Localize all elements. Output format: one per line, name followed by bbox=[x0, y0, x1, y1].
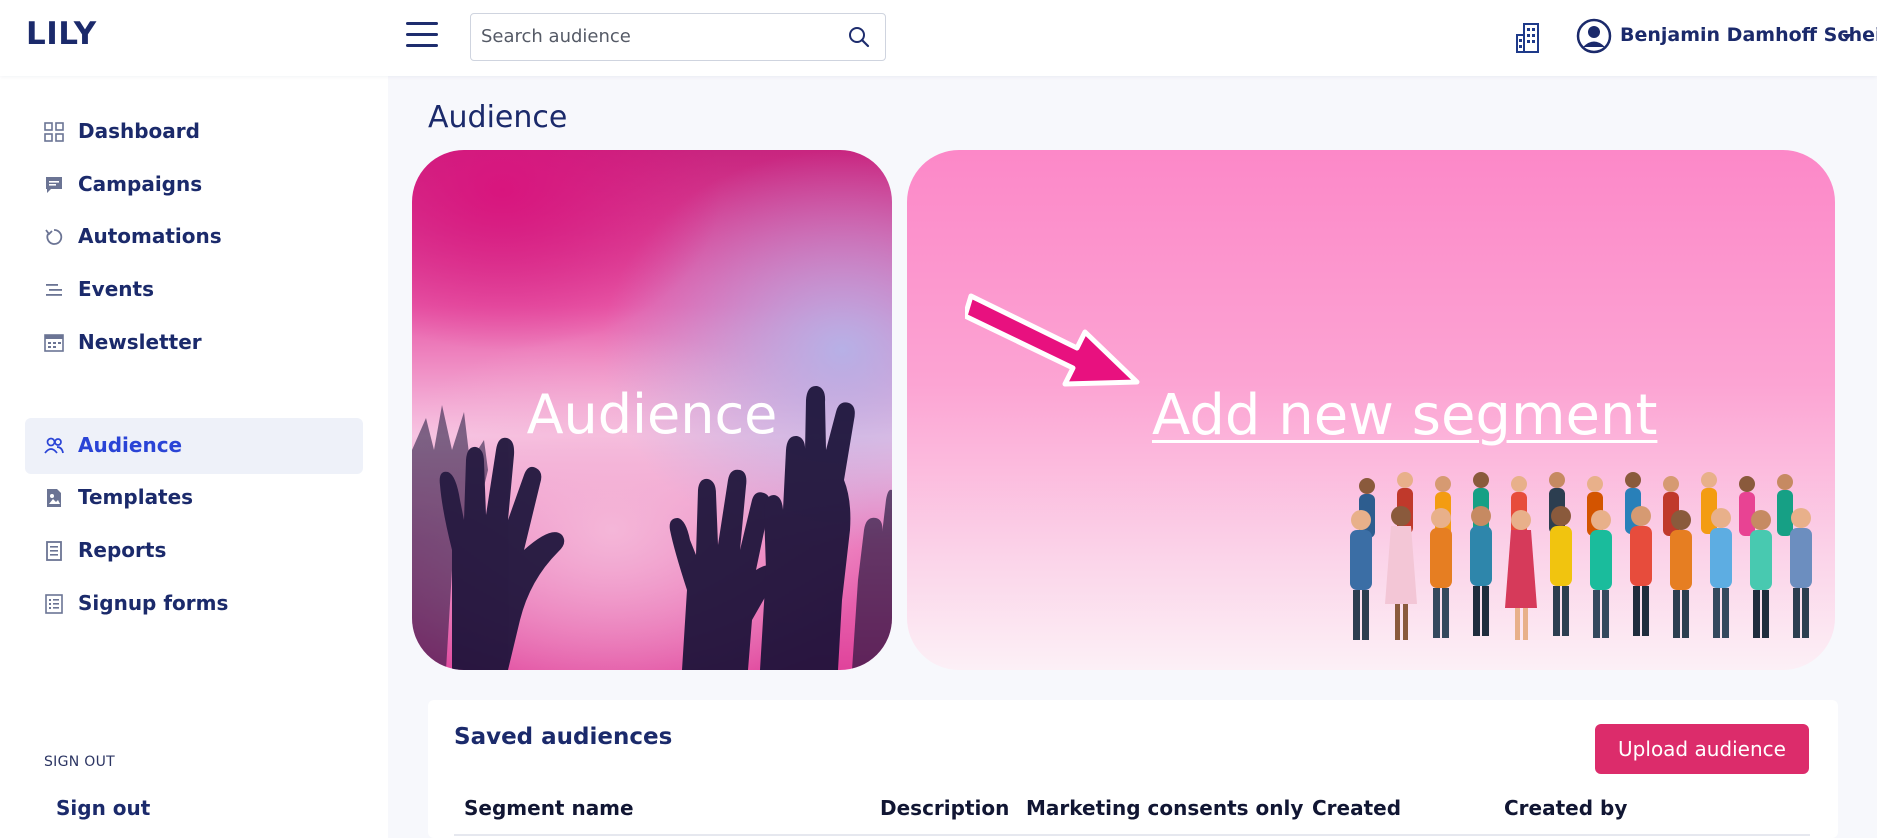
sidebar-item-dashboard[interactable]: Dashboard bbox=[25, 104, 363, 160]
upload-audience-button[interactable]: Upload audience bbox=[1595, 724, 1809, 774]
sidebar-item-reports[interactable]: Reports bbox=[25, 523, 363, 579]
sidebar-item-events[interactable]: Events bbox=[25, 262, 363, 318]
refresh-icon bbox=[45, 229, 63, 245]
sidebar: Dashboard Campaigns Automations Events N… bbox=[0, 76, 388, 838]
users-icon bbox=[44, 437, 64, 454]
search-icon[interactable] bbox=[847, 25, 871, 49]
column-header-description[interactable]: Description bbox=[880, 796, 1009, 820]
building-icon[interactable] bbox=[1514, 22, 1544, 54]
column-header-created-by[interactable]: Created by bbox=[1504, 796, 1627, 820]
image-file-icon bbox=[47, 489, 61, 507]
sidebar-item-label: Newsletter bbox=[78, 330, 202, 354]
table-header-divider bbox=[454, 834, 1810, 836]
sidebar-item-newsletter[interactable]: Newsletter bbox=[25, 315, 363, 371]
sign-out-link[interactable]: Sign out bbox=[56, 796, 150, 820]
audience-card[interactable]: Audience bbox=[412, 150, 892, 670]
menu-toggle-icon[interactable] bbox=[406, 22, 438, 48]
section-label: SIGN OUT bbox=[44, 754, 116, 770]
sidebar-item-signup-forms[interactable]: Signup forms bbox=[25, 576, 363, 632]
sidebar-item-label: Automations bbox=[78, 224, 222, 248]
form-icon bbox=[45, 594, 63, 614]
sidebar-item-label: Templates bbox=[78, 485, 194, 509]
column-header-created[interactable]: Created bbox=[1312, 796, 1401, 820]
sidebar-item-label: Audience bbox=[78, 433, 183, 457]
add-segment-card[interactable]: Add new segment bbox=[907, 150, 1835, 670]
add-new-segment-link[interactable]: Add new segment bbox=[1152, 383, 1657, 448]
user-avatar-icon[interactable] bbox=[1576, 18, 1612, 54]
sidebar-item-label: Signup forms bbox=[78, 591, 229, 615]
saved-audiences-panel: Saved audiences Upload audience Segment … bbox=[428, 700, 1838, 838]
search-input[interactable] bbox=[481, 14, 841, 59]
app-logo[interactable]: LILY bbox=[26, 16, 97, 52]
sidebar-item-label: Events bbox=[78, 277, 154, 301]
arrow-pointer-icon bbox=[965, 293, 1140, 387]
page-title: Audience bbox=[428, 100, 568, 135]
sidebar-item-label: Dashboard bbox=[78, 119, 200, 143]
column-header-segment-name[interactable]: Segment name bbox=[464, 796, 634, 820]
sidebar-item-automations[interactable]: Automations bbox=[25, 209, 363, 265]
column-header-marketing-consents[interactable]: Marketing consents only bbox=[1026, 796, 1303, 820]
people-crowd-illustration bbox=[1350, 472, 1812, 640]
audience-card-label: Audience bbox=[526, 383, 778, 446]
document-icon bbox=[46, 541, 62, 561]
lines-icon bbox=[46, 284, 62, 296]
sidebar-item-templates[interactable]: Templates bbox=[25, 470, 363, 526]
top-bar: LILY Benjamin Damhoff Schei bbox=[0, 0, 1877, 76]
chat-icon bbox=[46, 177, 62, 193]
sidebar-item-audience[interactable]: Audience bbox=[25, 418, 363, 474]
user-name[interactable]: Benjamin Damhoff Schei bbox=[1620, 24, 1877, 46]
chevron-down-icon[interactable] bbox=[1842, 34, 1852, 40]
sidebar-item-campaigns[interactable]: Campaigns bbox=[25, 157, 363, 213]
sidebar-item-label: Reports bbox=[78, 538, 167, 562]
grid-icon bbox=[44, 122, 64, 142]
search-box bbox=[470, 13, 886, 61]
calendar-icon bbox=[44, 334, 64, 352]
saved-audiences-title: Saved audiences bbox=[454, 724, 673, 750]
sidebar-item-label: Campaigns bbox=[78, 172, 203, 196]
